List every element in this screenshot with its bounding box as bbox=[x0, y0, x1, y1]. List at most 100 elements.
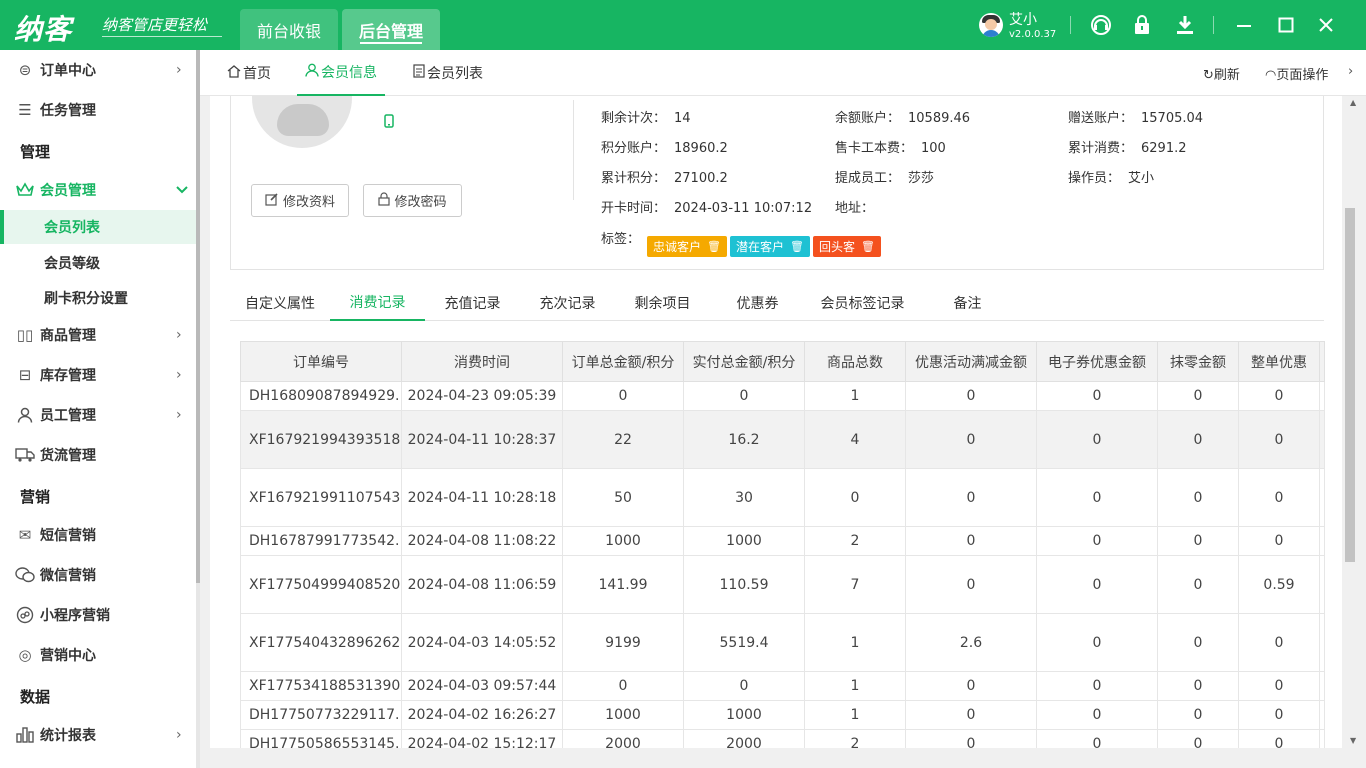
table-row[interactable]: DH17750773229117... 2024-04-02 16:26:27 10… bbox=[240, 700, 1325, 730]
horizontal-scrollbar[interactable] bbox=[200, 748, 1366, 768]
table-cell-extra bbox=[1319, 555, 1325, 614]
tab-custom-attributes[interactable]: 自定义属性 bbox=[230, 284, 330, 321]
chevron-right-icon[interactable]: › bbox=[1348, 64, 1353, 79]
sidebar-item-label: 小程序营销 bbox=[40, 608, 110, 624]
content-scrollbar-thumb[interactable] bbox=[1345, 208, 1355, 562]
table-cell: 0 bbox=[905, 729, 1037, 748]
tab-notes[interactable]: 备注 bbox=[920, 284, 1015, 321]
sidebar-item-goods-management[interactable]: ▯▯ 商品管理 › bbox=[0, 315, 196, 355]
sidebar-item-label: 商品管理 bbox=[40, 328, 96, 344]
table-cell: 2024-04-08 11:08:22 bbox=[401, 526, 563, 556]
sidebar-scrollbar[interactable] bbox=[196, 50, 200, 768]
table-cell-extra bbox=[1319, 613, 1325, 672]
page-operations-button[interactable]: ◠页面操作 bbox=[1265, 64, 1328, 83]
table-cell: 1 bbox=[804, 613, 906, 672]
tab-coupons[interactable]: 优惠券 bbox=[710, 284, 805, 321]
headset-icon[interactable] bbox=[1089, 13, 1113, 37]
app-slogan: 纳客管店更轻松 bbox=[102, 16, 208, 34]
column-header[interactable]: 订单编号 bbox=[240, 341, 402, 382]
table-cell: 0 bbox=[1036, 526, 1158, 556]
member-tag[interactable]: 忠诚客户 🗑 bbox=[647, 236, 727, 257]
sidebar-item-task-management[interactable]: ☰ 任务管理 bbox=[0, 90, 196, 130]
sidebar-sub-member-list[interactable]: 会员列表 bbox=[0, 210, 196, 244]
tab-recharge-records[interactable]: 充值记录 bbox=[425, 284, 520, 321]
table-row[interactable]: XF167921994393518... 2024-04-11 10:28:37 2… bbox=[240, 410, 1325, 469]
sidebar-item-sms-marketing[interactable]: ✉ 短信营销 bbox=[0, 515, 196, 555]
sidebar-sub-card-points-settings[interactable]: 刷卡积分设置 bbox=[0, 281, 196, 315]
content-scrollbar[interactable]: ▲ ▼ bbox=[1342, 96, 1366, 748]
close-icon[interactable] bbox=[1314, 13, 1338, 37]
table-row[interactable]: XF177534188531390... 2024-04-03 09:57:44 0… bbox=[240, 671, 1325, 701]
task-icon: ☰ bbox=[18, 101, 32, 119]
tab-home[interactable]: 首页 bbox=[227, 50, 271, 96]
minimize-icon[interactable] bbox=[1232, 13, 1256, 37]
sidebar-item-logistics-management[interactable]: 货流管理 bbox=[0, 435, 196, 475]
scroll-down-arrow-icon[interactable]: ▼ bbox=[1350, 736, 1356, 745]
table-cell: 0 bbox=[1157, 410, 1239, 469]
inventory-icon: ⊟ bbox=[18, 366, 32, 384]
change-password-button[interactable]: 修改密码 bbox=[363, 184, 462, 217]
table-row[interactable]: DH16809087894929... 2024-04-23 09:05:39 0 0… bbox=[240, 381, 1325, 411]
chevron-down-icon bbox=[176, 182, 188, 198]
table-cell: 0 bbox=[1157, 671, 1239, 701]
tab-member-list[interactable]: 会员列表 bbox=[413, 50, 483, 96]
sidebar-item-statistics-report[interactable]: 统计报表 › bbox=[0, 715, 196, 755]
table-cell: 0 bbox=[1238, 381, 1320, 411]
trash-icon[interactable]: 🗑 bbox=[790, 240, 804, 253]
sidebar-item-marketing-center[interactable]: ◎ 营销中心 bbox=[0, 635, 196, 675]
edit-profile-button[interactable]: 修改资料 bbox=[251, 184, 349, 217]
tab-backend-management[interactable]: 后台管理 bbox=[342, 9, 440, 50]
table-cell-extra bbox=[1319, 671, 1325, 701]
column-header[interactable]: 抹零金额 bbox=[1157, 341, 1239, 382]
table-row[interactable]: XF167921991107543... 2024-04-11 10:28:18 5… bbox=[240, 468, 1325, 527]
tab-member-info[interactable]: 会员信息 bbox=[297, 50, 385, 96]
tab-member-tag-records[interactable]: 会员标签记录 bbox=[805, 284, 920, 321]
sidebar-sub-member-level[interactable]: 会员等级 bbox=[0, 246, 196, 280]
table-cell: 0 bbox=[1157, 613, 1239, 672]
tab-remaining-items[interactable]: 剩余项目 bbox=[615, 284, 710, 321]
column-header[interactable]: 实付总金额/积分 bbox=[683, 341, 805, 382]
scroll-up-arrow-icon[interactable]: ▲ bbox=[1350, 98, 1356, 107]
tab-count-recharge-records[interactable]: 充次记录 bbox=[520, 284, 615, 321]
table-cell: 0 bbox=[1157, 729, 1239, 748]
table-row[interactable]: DH17750586553145... 2024-04-02 15:12:17 20… bbox=[240, 729, 1325, 748]
table-row[interactable]: DH16787991773542... 2024-04-08 11:08:22 10… bbox=[240, 526, 1325, 556]
sidebar-item-order-center[interactable]: ⊜ 订单中心 › bbox=[0, 50, 196, 90]
refresh-button[interactable]: ↻刷新 bbox=[1203, 64, 1240, 83]
table-cell: 1000 bbox=[562, 700, 684, 730]
chevron-right-icon: › bbox=[176, 407, 182, 423]
table-cell-extra bbox=[1319, 468, 1325, 527]
column-header[interactable]: 电子券优惠金额 bbox=[1036, 341, 1158, 382]
column-header[interactable]: 消费时间 bbox=[401, 341, 563, 382]
table-cell: 0 bbox=[905, 381, 1037, 411]
sidebar-scrollbar-thumb[interactable] bbox=[196, 50, 200, 583]
column-header[interactable]: 订单总金额/积分 bbox=[562, 341, 684, 382]
member-avatar bbox=[252, 96, 352, 148]
sidebar-item-miniprogram-marketing[interactable]: 小程序营销 bbox=[0, 595, 196, 635]
sidebar-item-inventory-management[interactable]: ⊟ 库存管理 › bbox=[0, 355, 196, 395]
member-tag[interactable]: 回头客 🗑 bbox=[813, 236, 881, 257]
trash-icon[interactable]: 🗑 bbox=[707, 240, 721, 253]
target-icon: ◎ bbox=[18, 646, 32, 664]
sidebar-item-wechat-marketing[interactable]: 微信营销 bbox=[0, 555, 196, 595]
download-icon[interactable] bbox=[1173, 13, 1197, 37]
member-tag[interactable]: 潜在客户 🗑 bbox=[730, 236, 810, 257]
table-row[interactable]: XF177540432896262... 2024-04-03 14:05:52 9… bbox=[240, 613, 1325, 672]
column-header[interactable]: 整单优惠 bbox=[1238, 341, 1320, 382]
table-cell: 2024-04-02 16:26:27 bbox=[401, 700, 563, 730]
user-name[interactable]: 艾小 bbox=[1009, 9, 1037, 29]
column-header[interactable]: 商品总数 bbox=[804, 341, 906, 382]
sidebar-item-staff-management[interactable]: 员工管理 › bbox=[0, 395, 196, 435]
column-header[interactable]: 优惠活动满减金额 bbox=[905, 341, 1037, 382]
user-avatar[interactable] bbox=[979, 13, 1003, 37]
tab-consumption-records[interactable]: 消费记录 bbox=[330, 284, 425, 321]
trash-icon[interactable]: 🗑 bbox=[861, 240, 875, 253]
sidebar: ⊜ 订单中心 › ☰ 任务管理 管理 会员管理 会员列表 会员等级 刷卡积分设置… bbox=[0, 50, 196, 768]
table-row[interactable]: XF177504999408520... 2024-04-08 11:06:59 1… bbox=[240, 555, 1325, 614]
table-cell: 0 bbox=[1036, 729, 1158, 748]
tab-front-cashier[interactable]: 前台收银 bbox=[240, 9, 338, 50]
sidebar-item-member-management[interactable]: 会员管理 bbox=[0, 170, 196, 210]
maximize-icon[interactable] bbox=[1274, 13, 1298, 37]
table-cell: 2024-04-11 10:28:37 bbox=[401, 410, 563, 469]
lock-icon[interactable] bbox=[1130, 13, 1154, 37]
